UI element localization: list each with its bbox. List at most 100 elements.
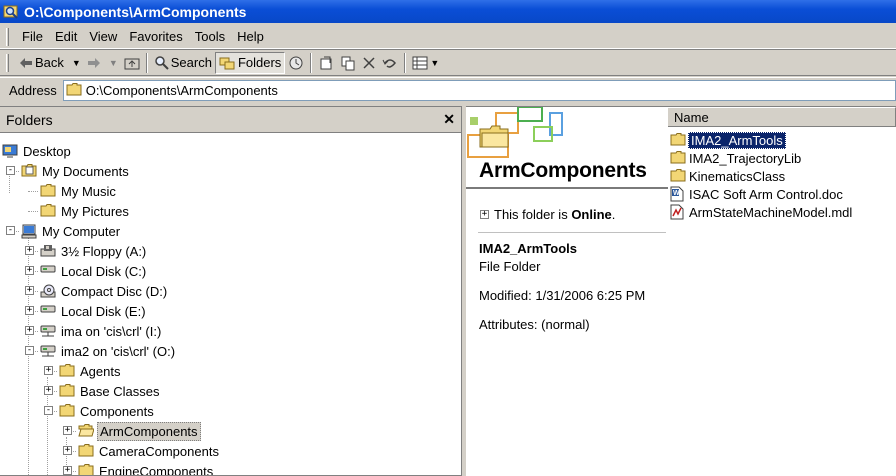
folder-icon <box>78 463 94 475</box>
tree-item[interactable]: ima2 on 'cis\crl' (O:) <box>40 341 177 361</box>
expand-icon[interactable]: + <box>25 326 34 335</box>
folder-title: ArmComponents <box>479 159 647 182</box>
file-list-item[interactable]: ArmStateMachineModel.mdl <box>670 203 853 221</box>
column-header-name[interactable]: Name <box>668 107 896 127</box>
search-button[interactable]: Search <box>151 52 215 74</box>
menu-help[interactable]: Help <box>231 27 270 46</box>
window-title: O:\Components\ArmComponents <box>24 3 247 20</box>
disk-icon <box>40 303 56 319</box>
toolbar-grip[interactable] <box>6 53 9 72</box>
file-list-item[interactable]: W ISAC Soft Arm Control.doc <box>670 185 844 203</box>
menu-file[interactable]: File <box>16 27 49 46</box>
tree-item[interactable]: Base Classes <box>59 381 161 401</box>
tree-item[interactable]: Agents <box>59 361 122 381</box>
column-name-label: Name <box>674 109 709 125</box>
expand-icon[interactable]: + <box>44 366 53 375</box>
tree-item[interactable]: My Documents <box>21 161 131 181</box>
expand-icon[interactable]: + <box>63 426 72 435</box>
collapse-icon[interactable]: - <box>44 406 53 415</box>
folder-icon <box>670 150 686 166</box>
network-drive-icon <box>40 323 56 339</box>
tree-item-label: My Pictures <box>61 203 129 219</box>
up-button[interactable] <box>121 52 143 74</box>
tree-item[interactable]: Components <box>59 401 156 421</box>
tree-item-label: ima on 'cis\crl' (I:) <box>61 323 162 339</box>
menu-tools[interactable]: Tools <box>189 27 231 46</box>
tree-item[interactable]: Desktop <box>2 141 73 161</box>
search-icon <box>154 55 170 71</box>
folders-pane-title: Folders <box>6 111 53 128</box>
tree-item-label: EngineComponents <box>99 463 214 476</box>
tree-item[interactable]: ima on 'cis\crl' (I:) <box>40 321 163 341</box>
collapse-icon[interactable]: - <box>6 166 15 175</box>
folder-icon <box>40 183 56 199</box>
back-label: Back <box>35 55 64 70</box>
tree-item[interactable]: CameraComponents <box>78 441 221 461</box>
tree-item[interactable]: 3½ Floppy (A:) <box>40 241 148 261</box>
folders-label: Folders <box>237 55 282 70</box>
floppy-icon <box>40 243 56 259</box>
tree-item-label: My Music <box>61 183 116 199</box>
expand-icon[interactable]: + <box>63 466 72 475</box>
file-list-item[interactable]: IMA2_ArmTools <box>670 131 786 149</box>
tree-item-label: Local Disk (C:) <box>61 263 147 279</box>
folder-icon <box>59 403 75 419</box>
folder-icon <box>59 383 75 399</box>
back-arrow-icon <box>19 57 33 69</box>
collapse-icon[interactable]: - <box>25 346 34 355</box>
expand-icon[interactable]: + <box>25 266 34 275</box>
back-button[interactable]: Back <box>16 52 67 74</box>
dropdown-arrow-icon: ▼ <box>430 57 440 68</box>
tree-item[interactable]: EngineComponents <box>78 461 215 476</box>
explorer-search-icon <box>3 4 19 20</box>
undo-button[interactable] <box>379 52 401 74</box>
tree-item[interactable]: My Computer <box>21 221 122 241</box>
tree-item[interactable]: Compact Disc (D:) <box>40 281 169 301</box>
tree-item[interactable]: Local Disk (E:) <box>40 301 148 321</box>
menu-view[interactable]: View <box>83 27 123 46</box>
folder-icon <box>670 132 686 148</box>
toolbar-separator <box>404 52 407 73</box>
tree-connector <box>28 211 38 212</box>
delete-button[interactable] <box>359 52 379 74</box>
toolbar: Back ▼ ▼ Search Folders ▼ <box>0 50 896 76</box>
menu-grip[interactable] <box>6 27 9 46</box>
file-name: KinematicsClass <box>689 168 786 184</box>
expand-icon[interactable]: + <box>25 306 34 315</box>
tree-item[interactable]: My Music <box>40 181 118 201</box>
expand-icon[interactable]: + <box>25 286 34 295</box>
file-list-item[interactable]: IMA2_TrajectoryLib <box>670 149 802 167</box>
file-list-item[interactable]: KinematicsClass <box>670 167 786 185</box>
close-icon[interactable]: ✕ <box>443 111 455 128</box>
menu-edit[interactable]: Edit <box>49 27 83 46</box>
folders-button[interactable]: Folders <box>214 51 286 74</box>
tree-connector <box>28 191 38 192</box>
expand-icon[interactable]: + <box>480 210 489 219</box>
file-list: Name IMA2_ArmTools IMA2_TrajectoryLib Kine… <box>668 107 896 476</box>
menu-bar: File Edit View Favorites Tools Help <box>0 25 896 49</box>
address-value[interactable]: O:\Components\ArmComponents <box>86 83 278 98</box>
history-icon <box>288 55 304 71</box>
back-dropdown[interactable]: ▼ <box>67 52 84 74</box>
forward-button[interactable] <box>84 52 104 74</box>
expand-icon[interactable]: + <box>25 246 34 255</box>
copy-to-button[interactable] <box>337 52 359 74</box>
folders-pane: Folders ✕ Desktop - My Documents My Music My… <box>0 106 462 476</box>
forward-dropdown[interactable]: ▼ <box>104 52 121 74</box>
divider <box>478 232 666 233</box>
title-bar[interactable]: O:\Components\ArmComponents <box>0 0 896 23</box>
address-field[interactable]: O:\Components\ArmComponents <box>62 79 896 101</box>
tree-item[interactable]: ArmComponents <box>78 421 201 441</box>
move-to-button[interactable] <box>315 52 337 74</box>
history-button[interactable] <box>285 52 307 74</box>
tree-item[interactable]: My Pictures <box>40 201 131 221</box>
my-computer-icon <box>21 223 37 239</box>
views-button[interactable]: ▼ <box>409 52 442 74</box>
expand-icon[interactable]: + <box>63 446 72 455</box>
menu-favorites[interactable]: Favorites <box>123 27 188 46</box>
collapse-icon[interactable]: - <box>6 226 15 235</box>
expand-icon[interactable]: + <box>44 386 53 395</box>
tree-item[interactable]: Local Disk (C:) <box>40 261 148 281</box>
folder-icon <box>40 203 56 219</box>
tree-item-label: My Documents <box>42 163 129 179</box>
